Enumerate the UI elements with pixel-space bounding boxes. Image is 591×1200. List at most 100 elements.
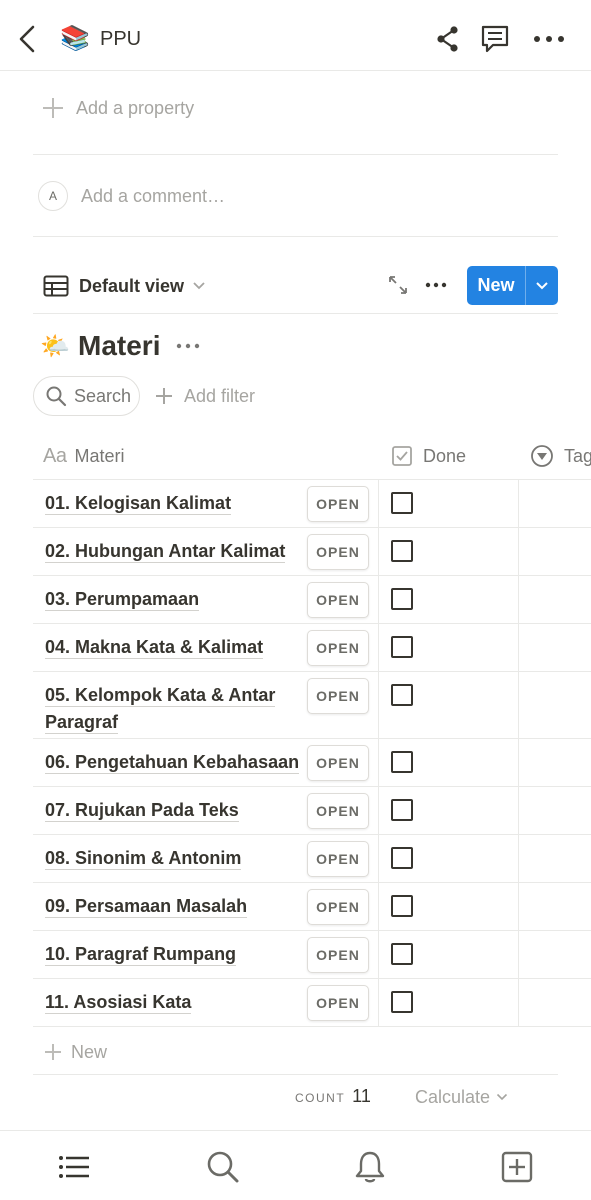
divider [33, 236, 558, 237]
done-checkbox[interactable] [391, 636, 413, 658]
back-button[interactable] [14, 22, 42, 56]
search-icon [46, 386, 67, 407]
more-horizontal-icon[interactable] [176, 336, 200, 356]
done-checkbox[interactable] [391, 895, 413, 917]
table-row[interactable]: 07. Rujukan Pada Teks OPEN [33, 787, 591, 835]
row-title-text: 02. Hubungan Antar Kalimat [45, 541, 286, 563]
avatar: A [38, 181, 68, 211]
table-row[interactable]: 10. Paragraf Rumpang OPEN [33, 931, 591, 979]
more-button[interactable] [532, 26, 566, 52]
row-title[interactable]: 04. Makna Kata & Kalimat [45, 634, 307, 661]
table-row[interactable]: 03. Perumpamaan OPEN [33, 576, 591, 624]
nav-new-page-button[interactable] [499, 1149, 535, 1185]
search-icon [207, 1151, 239, 1183]
comment-placeholder: Add a comment… [81, 185, 226, 206]
table-row[interactable]: 08. Sinonim & Antonim OPEN [33, 835, 591, 883]
open-button[interactable]: OPEN [307, 793, 369, 829]
chevron-left-icon [19, 25, 35, 53]
add-filter-button[interactable]: Add filter [154, 380, 255, 412]
share-button[interactable] [434, 24, 462, 54]
row-title[interactable]: 05. Kelompok Kata & Antar Paragraf [45, 682, 307, 736]
done-checkbox[interactable] [391, 751, 413, 773]
divider [33, 154, 558, 155]
done-checkbox[interactable] [391, 847, 413, 869]
table-row[interactable]: 02. Hubungan Antar Kalimat OPEN [33, 528, 591, 576]
open-button[interactable]: OPEN [307, 486, 369, 522]
add-row-button[interactable]: New [33, 1030, 558, 1075]
new-button-main[interactable]: New [467, 266, 525, 305]
done-checkbox[interactable] [391, 588, 413, 610]
new-page-icon [501, 1151, 533, 1183]
row-title[interactable]: 02. Hubungan Antar Kalimat [45, 538, 307, 565]
comment-input[interactable]: A Add a comment… [38, 178, 225, 214]
table-header: Aa Materi Done Tag [33, 432, 591, 480]
open-button[interactable]: OPEN [307, 745, 369, 781]
open-button[interactable]: OPEN [307, 985, 369, 1021]
bell-icon [355, 1151, 385, 1183]
column-header-tags[interactable]: Tag [530, 432, 591, 480]
open-button[interactable]: OPEN [307, 678, 369, 714]
row-title-text: 06. Pengetahuan Kebahasaan [45, 752, 300, 774]
share-icon [437, 26, 458, 52]
row-title-text: 08. Sinonim & Antonim [45, 848, 242, 870]
nav-notifications-button[interactable] [352, 1149, 388, 1185]
open-button[interactable]: OPEN [307, 889, 369, 925]
column-header-done[interactable]: Done [391, 432, 466, 480]
row-title-text: 05. Kelompok Kata & Antar Paragraf [45, 685, 276, 734]
open-button[interactable]: OPEN [307, 582, 369, 618]
page-title[interactable]: PPU [100, 28, 141, 51]
nav-list-button[interactable] [56, 1149, 92, 1185]
row-title[interactable]: 07. Rujukan Pada Teks [45, 797, 307, 824]
row-title[interactable]: 10. Paragraf Rumpang [45, 941, 307, 968]
new-button-dropdown[interactable] [526, 266, 558, 305]
row-title[interactable]: 06. Pengetahuan Kebahasaan [45, 749, 307, 776]
row-title[interactable]: 03. Perumpamaan [45, 586, 307, 613]
chevron-down-icon [536, 281, 548, 289]
database-table: Aa Materi Done Tag 01. Kelogisan Kalimat… [33, 432, 591, 1027]
column-header-materi[interactable]: Aa Materi [43, 432, 124, 480]
row-title[interactable]: 08. Sinonim & Antonim [45, 845, 307, 872]
view-selector[interactable]: Default view [43, 273, 206, 299]
view-more-button[interactable] [425, 276, 447, 294]
row-title[interactable]: 11. Asosiasi Kata [45, 989, 307, 1016]
table-row[interactable]: 04. Makna Kata & Kalimat OPEN [33, 624, 591, 672]
open-button[interactable]: OPEN [307, 937, 369, 973]
text-property-icon: Aa [43, 444, 67, 467]
page-icon: 📚 [60, 25, 90, 52]
table-row[interactable]: 05. Kelompok Kata & Antar Paragraf OPEN [33, 672, 591, 739]
search-button[interactable]: Search [33, 376, 140, 416]
table-row[interactable]: 09. Persamaan Masalah OPEN [33, 883, 591, 931]
count-summary[interactable]: COUNT 11 [295, 1086, 371, 1110]
open-button[interactable]: OPEN [307, 841, 369, 877]
done-checkbox[interactable] [391, 799, 413, 821]
view-bar: Default view New [33, 262, 558, 314]
done-checkbox[interactable] [391, 540, 413, 562]
database-title[interactable]: Materi [78, 330, 160, 362]
add-filter-label: Add filter [184, 385, 256, 406]
table-icon [43, 275, 69, 297]
table-row[interactable]: 06. Pengetahuan Kebahasaan OPEN [33, 739, 591, 787]
row-title[interactable]: 01. Kelogisan Kalimat [45, 490, 307, 517]
row-title[interactable]: 09. Persamaan Masalah [45, 893, 307, 920]
done-checkbox[interactable] [391, 684, 413, 706]
open-button[interactable]: OPEN [307, 534, 369, 570]
database-title-row: 🌤️ Materi [40, 326, 200, 366]
comments-button[interactable] [479, 22, 511, 56]
table-row[interactable]: 01. Kelogisan Kalimat OPEN [33, 480, 591, 528]
row-title-text: 03. Perumpamaan [45, 589, 200, 611]
done-checkbox[interactable] [391, 492, 413, 514]
page: 📚 PPU Add a property A Add a comment… De… [0, 0, 591, 1200]
table-row[interactable]: 11. Asosiasi Kata OPEN [33, 979, 591, 1027]
select-property-icon [531, 445, 553, 467]
column-divider [378, 480, 379, 1027]
view-name: Default view [79, 275, 185, 296]
open-button[interactable]: OPEN [307, 630, 369, 666]
row-title-text: 07. Rujukan Pada Teks [45, 800, 239, 822]
count-label: COUNT [295, 1091, 346, 1105]
calculate-button[interactable]: Calculate [415, 1085, 508, 1109]
done-checkbox[interactable] [391, 943, 413, 965]
add-property-button[interactable]: Add a property [40, 92, 194, 124]
nav-search-button[interactable] [205, 1149, 241, 1185]
expand-button[interactable] [387, 274, 409, 296]
done-checkbox[interactable] [391, 991, 413, 1013]
